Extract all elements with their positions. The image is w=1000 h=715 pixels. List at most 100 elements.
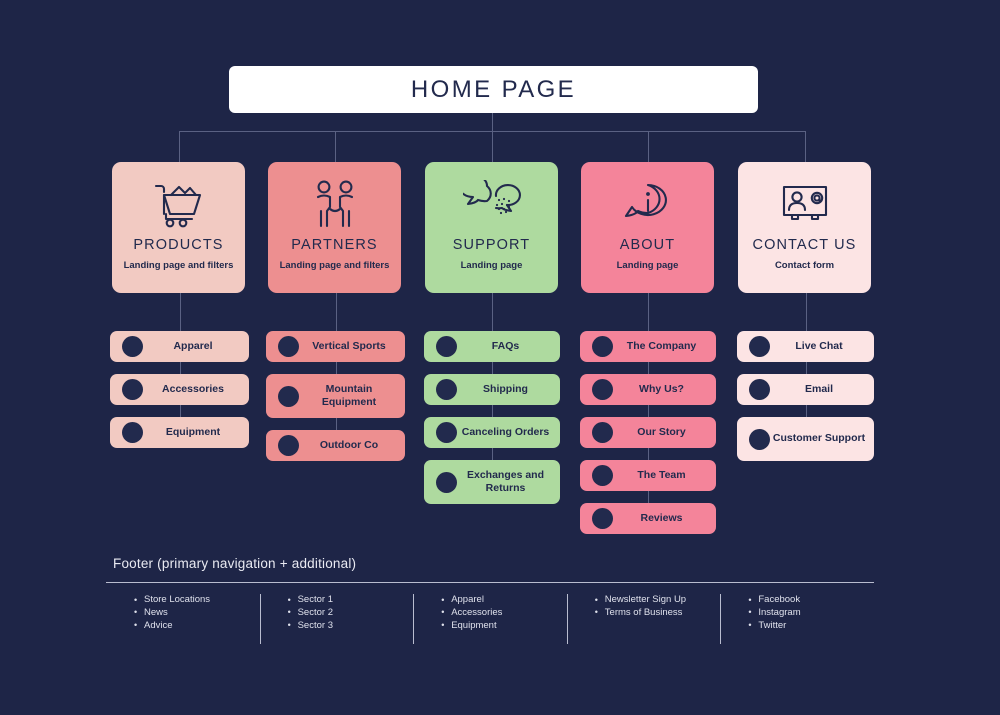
connector-line [179, 131, 180, 162]
footer-link[interactable]: Facebook [748, 594, 874, 607]
connector-line [180, 405, 181, 417]
subpage-pill[interactable]: FAQs [424, 331, 560, 362]
connector-line [648, 362, 649, 374]
subpage-label: Equipment [165, 425, 221, 438]
subpage-pill[interactable]: Our Story [580, 417, 716, 448]
bullet-dot-icon [749, 428, 770, 450]
subpage-pill[interactable]: Outdoor Co [266, 430, 405, 461]
bullet-dot-icon [436, 471, 457, 493]
category-subtitle: Landing page [460, 259, 523, 271]
connector-line [648, 448, 649, 460]
subpage-label: Live Chat [795, 339, 843, 352]
connector-line [336, 418, 337, 430]
footer-link[interactable]: Apparel [441, 594, 567, 607]
subpage-pill[interactable]: Reviews [580, 503, 716, 534]
category-subtitle: Landing page and filters [279, 259, 390, 271]
footer-column: Sector 1Sector 2Sector 3 [259, 594, 414, 646]
subpage-pill[interactable]: Mountain Equipment [266, 374, 405, 418]
footer-column: Store LocationsNewsAdvice [106, 594, 260, 646]
category-subtitle: Contact form [774, 259, 835, 271]
subpage-pill[interactable]: Vertical Sports [266, 331, 405, 362]
subpage-pill[interactable]: Live Chat [737, 331, 874, 362]
category-title: PARTNERS [291, 237, 378, 253]
subpage-pill[interactable]: Apparel [110, 331, 249, 362]
connector-line [648, 131, 649, 162]
subpage-label: Exchanges and Returns [466, 468, 545, 494]
connector-line [336, 293, 337, 331]
subpage-label: Outdoor Co [319, 438, 379, 451]
footer-column: ApparelAccessoriesEquipment [413, 594, 567, 646]
bullet-dot-icon [592, 465, 613, 486]
sitemap-diagram: HOME PAGE PRODUCTS Landing page and filte… [0, 0, 1000, 715]
contact-card-icon [778, 176, 832, 234]
bullet-dot-icon [749, 379, 770, 400]
home-page-node[interactable]: HOME PAGE [229, 66, 758, 113]
category-card-contact-us[interactable]: CONTACT US Contact form [738, 162, 871, 293]
connector-line [806, 405, 807, 417]
category-card-partners[interactable]: PARTNERS Landing page and filters [268, 162, 401, 293]
footer-link[interactable]: News [134, 606, 260, 620]
footer-title: Footer (primary navigation + additional) [113, 556, 357, 571]
footer-link[interactable]: Sector 2 [288, 606, 414, 620]
connector-line [805, 131, 806, 162]
bullet-dot-icon [749, 336, 770, 357]
subpage-pill[interactable]: Customer Support [737, 417, 874, 461]
subpage-label: Mountain Equipment [321, 382, 377, 408]
subpage-label: Email [804, 382, 833, 395]
subpage-pill[interactable]: Accessories [110, 374, 249, 405]
chat-bubbles-icon [462, 176, 521, 234]
info-bubble-icon [623, 176, 673, 234]
bullet-dot-icon [592, 422, 613, 443]
category-subtitle: Landing page [616, 259, 679, 271]
category-title: ABOUT [619, 237, 676, 253]
category-title: PRODUCTS [133, 237, 224, 253]
footer-link[interactable]: Sector 1 [288, 594, 414, 607]
footer-link[interactable]: Newsletter Sign Up [595, 594, 721, 607]
bullet-dot-icon [122, 422, 143, 443]
bullet-dot-icon [436, 336, 457, 357]
connector-line [492, 362, 493, 374]
footer-link[interactable]: Store Locations [134, 594, 260, 607]
bullet-dot-icon [278, 336, 299, 357]
subpage-pill[interactable]: Equipment [110, 417, 249, 448]
connector-line [806, 362, 807, 374]
category-card-support[interactable]: SUPPORT Landing page [425, 162, 558, 293]
subpage-pill[interactable]: The Team [580, 460, 716, 491]
bullet-dot-icon [592, 508, 613, 529]
connector-line [492, 113, 493, 131]
subpage-label: Customer Support [772, 432, 866, 445]
subpage-pill[interactable]: The Company [580, 331, 716, 362]
subpage-label: Apparel [173, 339, 213, 352]
bullet-dot-icon [436, 422, 457, 443]
bullet-dot-icon [122, 379, 143, 400]
bullet-dot-icon [278, 385, 299, 407]
footer-link[interactable]: Twitter [748, 619, 874, 633]
subpage-label: FAQs [491, 339, 520, 352]
subpage-pill[interactable]: Why Us? [580, 374, 716, 405]
footer-link[interactable]: Terms of Business [595, 606, 721, 620]
footer-link[interactable]: Sector 3 [288, 619, 414, 633]
footer-link[interactable]: Instagram [748, 606, 874, 620]
connector-line [648, 491, 649, 503]
subpage-pill[interactable]: Shipping [424, 374, 560, 405]
connector-line [492, 293, 493, 331]
connector-line [648, 405, 649, 417]
footer-link[interactable]: Equipment [441, 619, 567, 633]
connector-line [492, 405, 493, 417]
subpage-label: Reviews [640, 511, 683, 524]
connector-line [492, 448, 493, 460]
subpage-pill[interactable]: Canceling Orders [424, 417, 560, 448]
category-card-about[interactable]: ABOUT Landing page [581, 162, 714, 293]
category-subtitle: Landing page and filters [123, 259, 234, 271]
connector-line [180, 293, 181, 331]
subpage-label: Why Us? [639, 382, 684, 395]
category-card-products[interactable]: PRODUCTS Landing page and filters [112, 162, 245, 293]
subpage-pill[interactable]: Exchanges and Returns [424, 460, 560, 504]
bullet-dot-icon [278, 435, 299, 456]
connector-line [648, 293, 649, 331]
footer-link[interactable]: Accessories [441, 606, 567, 620]
connector-line [180, 362, 181, 374]
footer-link[interactable]: Advice [134, 619, 260, 633]
home-page-label: HOME PAGE [410, 75, 577, 103]
subpage-pill[interactable]: Email [737, 374, 874, 405]
